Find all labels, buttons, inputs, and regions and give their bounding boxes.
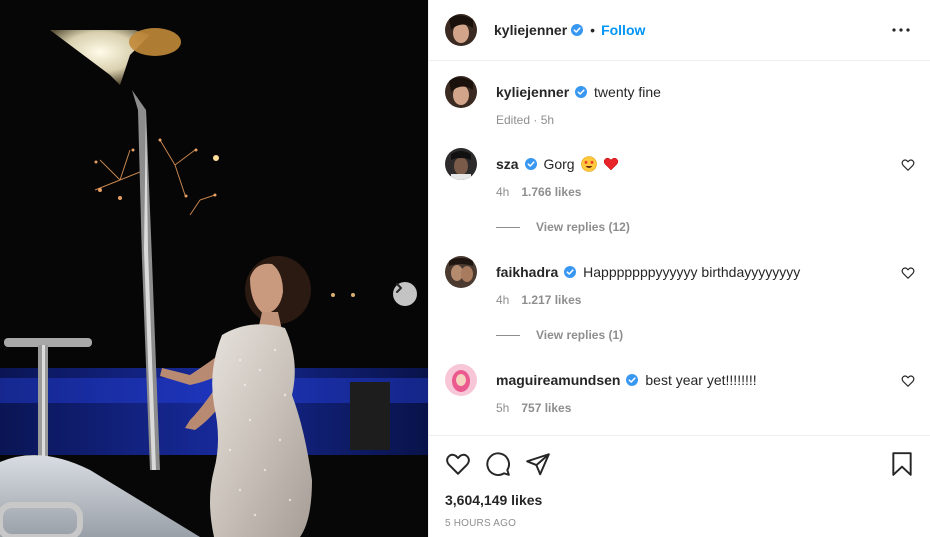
comment-meta: 4h 1.766 likes [496, 185, 581, 199]
comment-text: Gorg [543, 156, 575, 172]
like-button[interactable] [445, 451, 471, 477]
verified-badge-icon [571, 24, 584, 36]
replies-divider-line [496, 334, 520, 336]
comment-like-button[interactable] [901, 374, 915, 388]
like-count[interactable]: 3,604,149 likes [445, 492, 542, 508]
more-dots-icon [892, 28, 910, 32]
follow-button[interactable]: Follow [601, 22, 645, 38]
paper-plane-icon [526, 453, 550, 476]
comment-text: Happpppppyyyyyy birthdayyyyyyyy [583, 264, 801, 280]
star-struck-emoji-icon [581, 156, 598, 172]
comment-item: maguireamundsen best year yet!!!!!!!! 5h… [445, 364, 915, 424]
comments-section: kyliejenner twenty fine Edited · 5h sza [429, 61, 930, 435]
verified-badge-icon [564, 266, 577, 278]
comment-like-button[interactable] [901, 266, 915, 280]
heart-outline-icon [901, 159, 915, 171]
verified-badge-icon [626, 374, 639, 386]
caption: kyliejenner twenty fine Edited · 5h [445, 76, 915, 136]
heart-outline-icon [901, 267, 915, 279]
comment-avatar[interactable] [445, 148, 477, 180]
post-actions: 3,604,149 likes 5 HOURS AGO [429, 435, 930, 537]
view-replies-button[interactable]: View replies (12) [496, 220, 630, 234]
comment-text-line: sza Gorg [496, 156, 619, 172]
caption-avatar[interactable] [445, 76, 477, 108]
comment-text-line: maguireamundsen best year yet!!!!!!!! [496, 372, 757, 388]
comment-meta: 4h 1.217 likes [496, 293, 581, 307]
instagram-post: kyliejenner • Follow kyliejenner twenty … [0, 0, 930, 537]
verified-badge-icon [524, 158, 537, 170]
post-side-panel: kyliejenner • Follow kyliejenner twenty … [428, 0, 930, 537]
comment-likes[interactable]: 757 likes [521, 401, 571, 415]
caption-text-line: kyliejenner twenty fine [496, 84, 661, 100]
comment-time: 4h [496, 185, 510, 199]
replies-divider-line [496, 226, 520, 228]
comment-text-line: faikhadra Happpppppyyyyyy birthdayyyyyyy… [496, 264, 800, 280]
view-replies-label: View replies (1) [536, 328, 624, 342]
comment-item: faikhadra Happpppppyyyyyy birthdayyyyyyy… [445, 256, 915, 346]
comment-likes[interactable]: 1.217 likes [521, 293, 581, 307]
comment-text: best year yet!!!!!!!! [645, 372, 757, 388]
heart-outline-icon [446, 453, 470, 475]
header-separator: • [590, 22, 596, 38]
comment-username[interactable]: maguireamundsen [496, 372, 620, 388]
party-photo-illustration [0, 0, 428, 537]
post-photo [0, 0, 428, 537]
more-options-button[interactable] [891, 22, 911, 38]
comment-time: 4h [496, 293, 510, 307]
comment-time: 5h [496, 401, 510, 415]
verified-badge-icon [575, 86, 588, 98]
comment-item: sza Gorg 4h 1.766 likes View replies (12… [445, 148, 915, 238]
post-timestamp[interactable]: 5 HOURS AGO [445, 518, 516, 529]
comment-like-button[interactable] [901, 158, 915, 172]
comment-username[interactable]: faikhadra [496, 264, 558, 280]
caption-username[interactable]: kyliejenner [496, 84, 569, 100]
bookmark-icon [892, 452, 912, 476]
comment-meta: 5h 757 likes [496, 401, 571, 415]
comment-bubble-icon [486, 452, 510, 476]
comment-likes[interactable]: 1.766 likes [521, 185, 581, 199]
caption-text: twenty fine [594, 84, 661, 100]
chevron-right-icon [396, 283, 402, 293]
view-replies-label: View replies (12) [536, 220, 630, 234]
comment-avatar[interactable] [445, 364, 477, 396]
comment-button[interactable] [485, 451, 511, 477]
share-button[interactable] [525, 451, 551, 477]
red-heart-emoji-icon [604, 157, 619, 171]
next-photo-button[interactable] [393, 282, 417, 306]
caption-meta: Edited · 5h [496, 113, 555, 127]
save-button[interactable] [889, 451, 915, 477]
heart-outline-icon [901, 375, 915, 387]
author-username[interactable]: kyliejenner [494, 22, 567, 38]
post-header: kyliejenner • Follow [429, 0, 930, 61]
view-replies-button[interactable]: View replies (1) [496, 328, 623, 342]
comment-avatar[interactable] [445, 256, 477, 288]
comment-username[interactable]: sza [496, 156, 519, 172]
author-avatar[interactable] [445, 14, 477, 46]
